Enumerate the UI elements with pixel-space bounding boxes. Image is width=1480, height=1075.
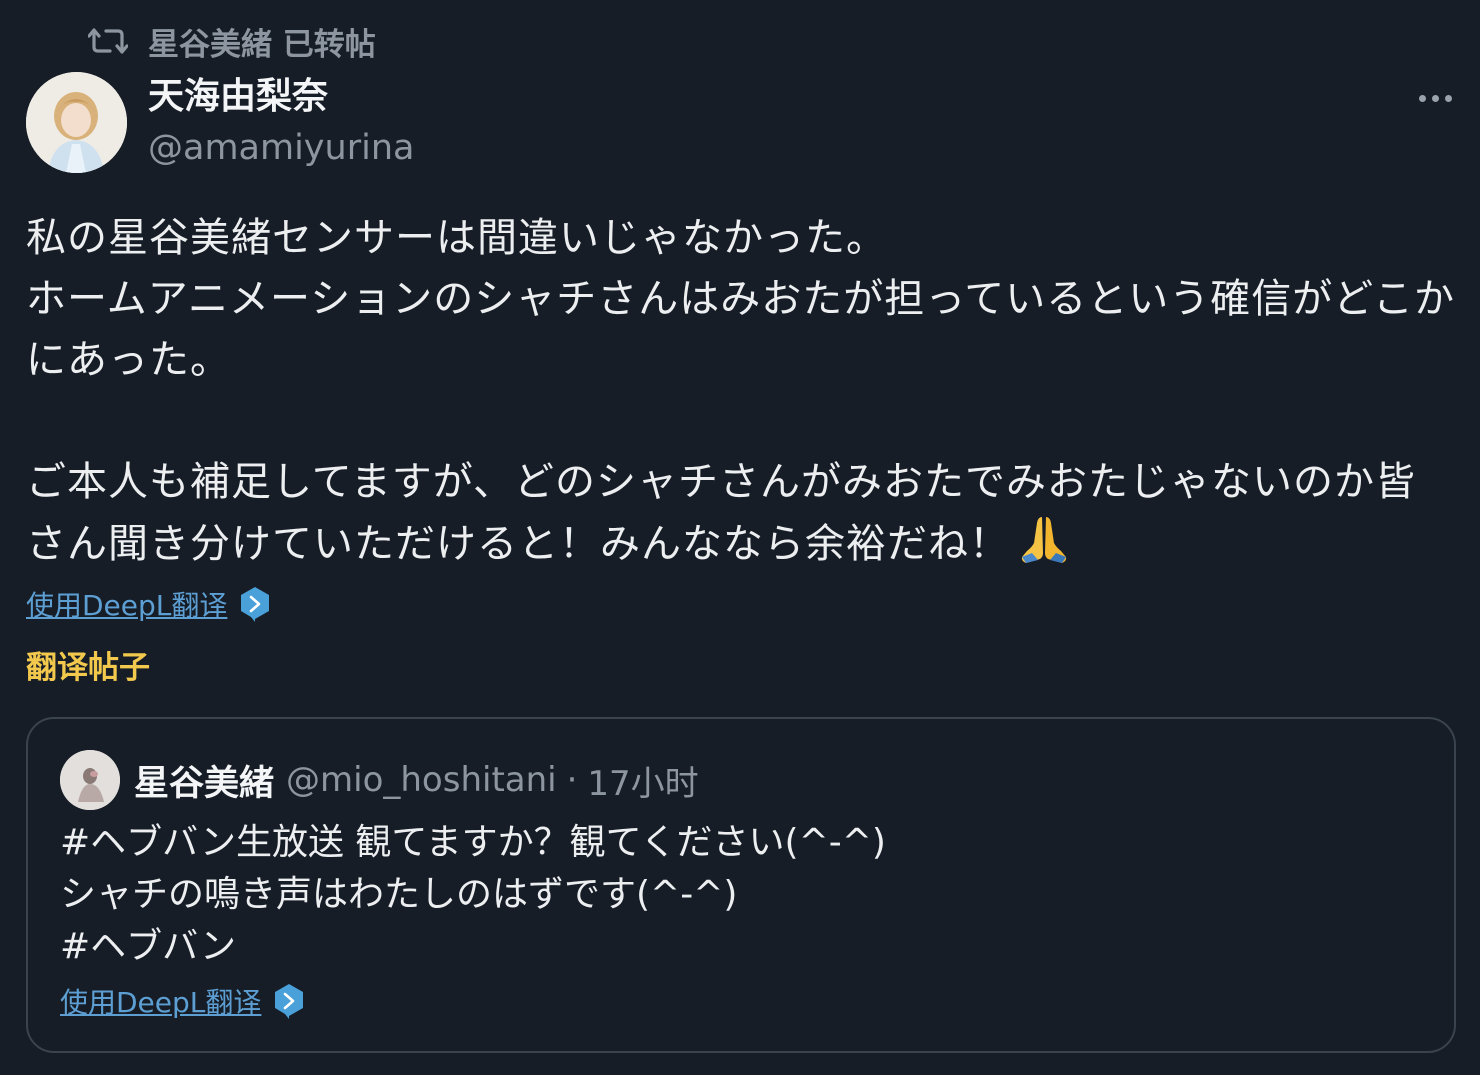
deepl-icon <box>273 983 305 1019</box>
quoted-avatar[interactable] <box>60 750 120 810</box>
quoted-avatar-image <box>60 750 120 810</box>
author-name[interactable]: 天海由梨奈 <box>148 74 328 120</box>
quoted-tweet-header: 星谷美緒 @mio_hoshitani · 17小时 <box>60 749 699 811</box>
more-options-button[interactable] <box>1410 80 1460 116</box>
author-handle[interactable]: @amamiyurina <box>148 125 414 171</box>
quoted-author-name: 星谷美緒 <box>134 763 275 804</box>
deepl-link-label: 使用DeepL翻译 <box>26 589 228 622</box>
quoted-separator: · <box>566 760 578 800</box>
quoted-deepl-link-label: 使用DeepL翻译 <box>60 986 262 1019</box>
quoted-author-handle: @mio_hoshitani <box>286 760 557 800</box>
tweet-text: 私の星谷美緒センサーは間違いじゃなかった。 ホームアニメーションのシャチさんはみ… <box>26 208 1456 583</box>
avatar-image <box>26 72 127 173</box>
quoted-deepl-translate-link[interactable]: 使用DeepL翻译 <box>60 981 305 1021</box>
deepl-icon <box>239 586 271 622</box>
retweet-label: 星谷美緒 已转帖 <box>148 26 376 63</box>
tweet-page: 星谷美緒 已转帖 天海由梨奈 @amamiyurina 私の星谷美緒センサーは間… <box>0 0 1480 1075</box>
tweet-text-content: 私の星谷美緒センサーは間違いじゃなかった。 ホームアニメーションのシャチさんはみ… <box>26 215 1455 567</box>
avatar[interactable] <box>26 72 127 173</box>
translate-post-button[interactable]: 翻译帖子 <box>26 642 150 687</box>
quoted-timestamp[interactable]: 17小时 <box>587 756 698 805</box>
more-dot-icon <box>1418 94 1426 102</box>
more-dot-icon <box>1431 94 1439 102</box>
retweet-indicator[interactable]: 星谷美緒 已转帖 <box>86 20 376 63</box>
folded-hands-icon <box>1018 513 1070 583</box>
quoted-tweet-card[interactable]: 星谷美緒 @mio_hoshitani · 17小时 #ヘブバン生放送 観てます… <box>26 717 1456 1053</box>
retweet-icon <box>86 21 130 61</box>
more-dot-icon <box>1444 94 1452 102</box>
quoted-tweet-text: #ヘブバン生放送 観てますか？観てください(^-^) シャチの鳴き声はわたしのは… <box>60 822 886 967</box>
deepl-translate-link[interactable]: 使用DeepL翻译 <box>26 584 271 624</box>
